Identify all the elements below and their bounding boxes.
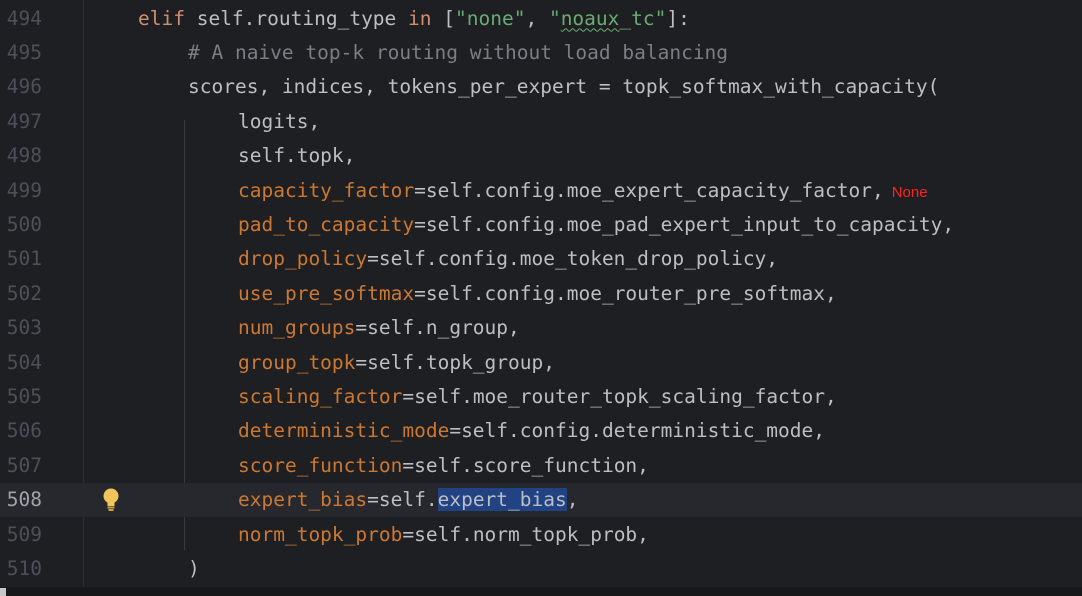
code-text[interactable]: elif self.routing_type in ["none", "noau… — [138, 2, 690, 36]
line-number[interactable]: 510 — [0, 552, 42, 586]
code-token: norm_topk_prob — [238, 522, 403, 546]
code-token: ) — [188, 556, 200, 580]
code-text[interactable]: # A naive top-k routing without load bal… — [188, 36, 728, 70]
code-text[interactable]: use_pre_softmax=self.config.moe_router_p… — [238, 277, 837, 311]
line-number[interactable]: 498 — [0, 139, 42, 173]
code-line[interactable]: 508 expert_bias=self.expert_bias, — [0, 483, 1082, 518]
line-number[interactable]: 496 — [0, 70, 42, 104]
code-token: _tc" — [619, 6, 667, 30]
code-line[interactable]: 496 scores, indices, tokens_per_expert = … — [0, 70, 1082, 104]
code-line[interactable]: 507 score_function=self.score_function, — [0, 449, 1082, 483]
code-text[interactable]: ) — [188, 552, 200, 586]
code-line[interactable]: 500 pad_to_capacity=self.config.moe_pad_e… — [0, 208, 1082, 242]
line-number[interactable]: 503 — [0, 311, 42, 345]
code-token: , — [525, 6, 549, 30]
lightbulb-icon[interactable] — [100, 487, 122, 513]
code-line[interactable]: 504 group_topk=self.topk_group, — [0, 346, 1082, 380]
code-token: "none" — [455, 6, 526, 30]
line-number[interactable]: 495 — [0, 36, 42, 70]
code-token: =self.topk_group, — [355, 350, 555, 374]
code-line[interactable]: 499 capacity_factor=self.config.moe_exper… — [0, 174, 1082, 208]
code-line[interactable]: 502 use_pre_softmax=self.config.moe_route… — [0, 277, 1082, 311]
code-token: self.routing_type — [184, 6, 409, 30]
code-text[interactable]: pad_to_capacity=self.config.moe_pad_expe… — [238, 208, 954, 242]
code-token: ]: — [666, 6, 690, 30]
code-line[interactable]: 509 norm_topk_prob=self.norm_topk_prob, — [0, 518, 1082, 552]
line-number[interactable]: 502 — [0, 277, 42, 311]
code-text[interactable]: score_function=self.score_function, — [238, 449, 649, 483]
code-text[interactable]: deterministic_mode=self.config.determini… — [238, 414, 825, 448]
line-number[interactable]: 506 — [0, 414, 42, 448]
code-text[interactable]: scores, indices, tokens_per_expert = top… — [188, 70, 939, 104]
inlay-hint: None — [891, 183, 928, 201]
code-text[interactable]: group_topk=self.topk_group, — [238, 346, 555, 380]
selected-token: expert_bias — [437, 488, 567, 512]
line-number[interactable]: 504 — [0, 346, 42, 380]
code-token: logits, — [238, 109, 321, 133]
code-token: drop_policy — [238, 247, 368, 271]
code-token: self.topk, — [238, 144, 356, 168]
code-token: =self.config.moe_token_drop_policy, — [367, 247, 779, 271]
code-line[interactable]: 505 scaling_factor=self.moe_router_topk_s… — [0, 380, 1082, 414]
code-token: capacity_factor — [238, 178, 415, 202]
code-token: =self.config.moe_router_pre_softmax, — [414, 281, 837, 305]
code-line[interactable]: 495 # A naive top-k routing without load … — [0, 36, 1082, 70]
code-token: scores, indices, tokens_per_expert = top… — [188, 75, 940, 99]
code-token: =self.config.moe_expert_capacity_factor, — [414, 178, 884, 202]
code-token: , — [566, 488, 579, 512]
code-line[interactable]: 494 elif self.routing_type in ["none", "n… — [0, 2, 1082, 36]
bottom-scrollbar-track[interactable] — [0, 587, 1082, 596]
code-text[interactable]: num_groups=self.n_group, — [238, 311, 520, 345]
line-number[interactable]: 499 — [0, 174, 42, 208]
code-token: =self.config.moe_pad_expert_input_to_cap… — [414, 212, 955, 236]
code-text[interactable]: drop_policy=self.config.moe_token_drop_p… — [238, 242, 778, 276]
code-text[interactable]: expert_bias=self.expert_bias, — [238, 483, 578, 517]
code-token: " — [548, 6, 561, 30]
code-token: =self.norm_topk_prob, — [402, 522, 649, 546]
code-token: =self.moe_router_topk_scaling_factor, — [402, 384, 837, 408]
line-number[interactable]: 505 — [0, 380, 42, 414]
line-number[interactable]: 494 — [0, 2, 42, 36]
line-number[interactable]: 508 — [0, 483, 42, 517]
code-token: deterministic_mode — [238, 419, 450, 443]
code-token: elif — [138, 6, 185, 30]
code-token: =self. — [367, 488, 438, 512]
line-number[interactable]: 507 — [0, 449, 42, 483]
code-token: score_function — [238, 453, 403, 477]
code-editor[interactable]: 494 elif self.routing_type in ["none", "n… — [0, 0, 1082, 596]
line-number[interactable]: 501 — [0, 242, 42, 276]
code-token: num_groups — [238, 316, 356, 340]
code-text[interactable]: capacity_factor=self.config.moe_expert_c… — [238, 174, 928, 210]
code-token: expert_bias — [238, 488, 368, 512]
code-text[interactable]: scaling_factor=self.moe_router_topk_scal… — [238, 380, 837, 414]
code-token: noaux — [560, 6, 620, 30]
code-token: =self.config.deterministic_mode, — [449, 419, 826, 443]
code-line[interactable]: 510) — [0, 552, 1082, 586]
code-token: use_pre_softmax — [238, 281, 415, 305]
code-text[interactable]: norm_topk_prob=self.norm_topk_prob, — [238, 518, 649, 552]
code-line[interactable]: 497 logits, — [0, 105, 1082, 139]
code-token: scaling_factor — [238, 384, 403, 408]
code-text[interactable]: self.topk, — [238, 139, 355, 173]
code-token: # A naive top-k routing without load bal… — [188, 40, 729, 64]
code-line[interactable]: 503 num_groups=self.n_group, — [0, 311, 1082, 345]
code-token: pad_to_capacity — [238, 212, 415, 236]
line-number[interactable]: 509 — [0, 518, 42, 552]
code-line[interactable]: 506 deterministic_mode=self.config.determ… — [0, 414, 1082, 448]
code-line[interactable]: 498 self.topk, — [0, 139, 1082, 173]
scrollbar-thumb[interactable] — [0, 588, 6, 596]
code-token: =self.n_group, — [355, 316, 520, 340]
code-token: [ — [431, 6, 455, 30]
code-token: group_topk — [238, 350, 356, 374]
code-text[interactable]: logits, — [238, 105, 320, 139]
code-line[interactable]: 501 drop_policy=self.config.moe_token_dro… — [0, 242, 1082, 276]
code-token: in — [408, 6, 432, 30]
line-number[interactable]: 497 — [0, 105, 42, 139]
line-number[interactable]: 500 — [0, 208, 42, 242]
code-token: =self.score_function, — [402, 453, 649, 477]
